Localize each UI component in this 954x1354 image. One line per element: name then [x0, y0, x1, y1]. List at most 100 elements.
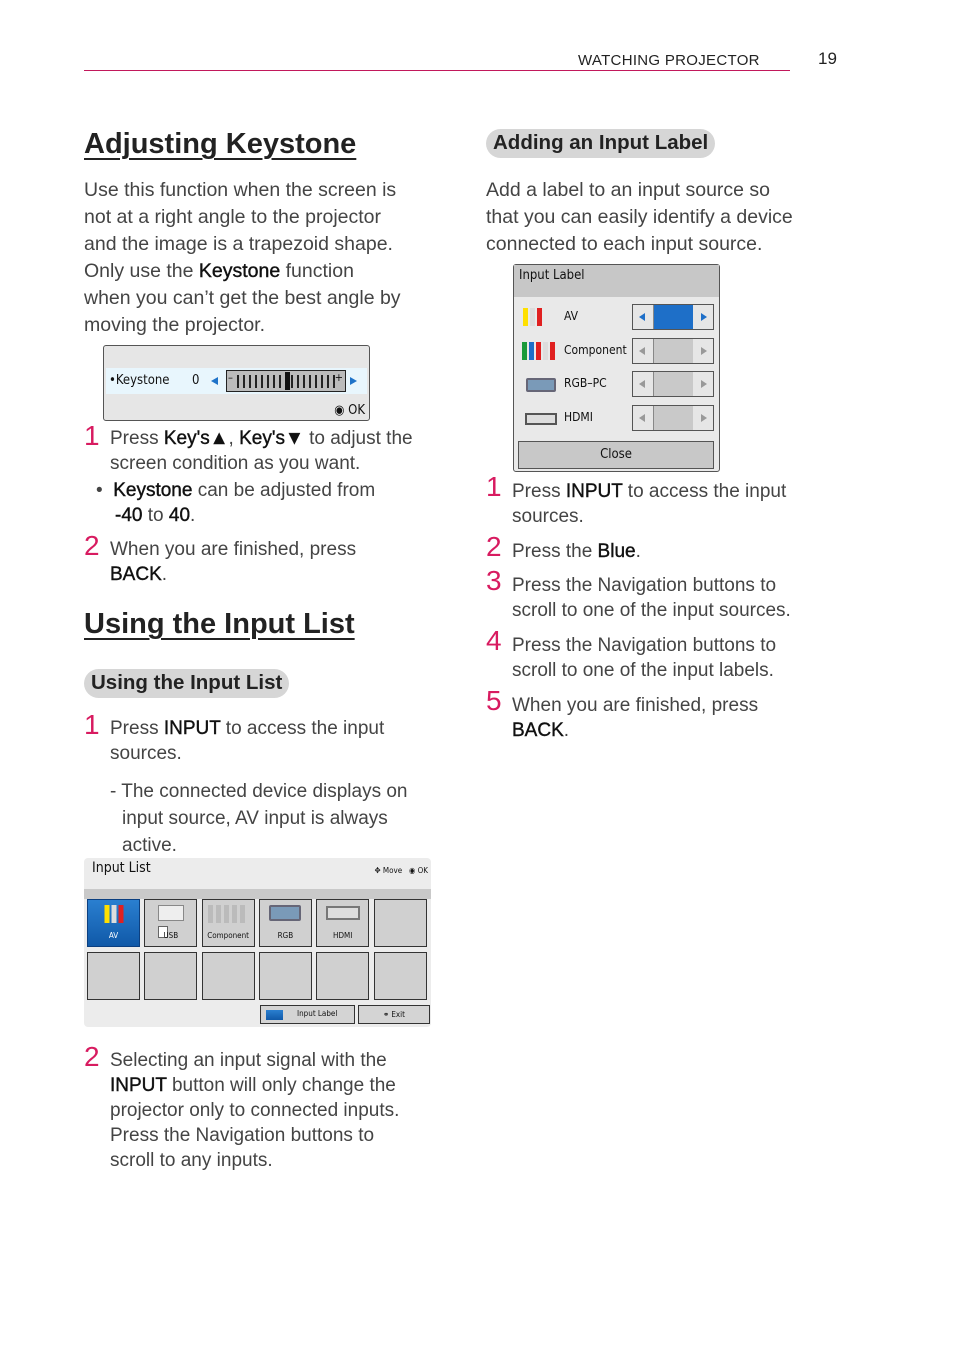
input-key: INPUT: [163, 718, 221, 739]
intro-line: Only use the Keystone function: [84, 258, 444, 285]
input-label-row: RGB–PC: [514, 370, 719, 398]
button-label: Input Label: [297, 1009, 338, 1018]
slider-tick: [303, 375, 305, 388]
text: projector only to connected inputs.: [110, 1100, 400, 1121]
input-cell-empty[interactable]: [201, 952, 255, 1000]
text: Press the Navigation buttons to: [110, 1125, 375, 1146]
slider-tick: [297, 375, 299, 388]
pill-label: Using the Input List: [84, 669, 290, 698]
keystone-slider[interactable]: – +: [226, 370, 346, 392]
text: .: [190, 505, 196, 526]
right-arrow-button[interactable]: [693, 338, 713, 363]
back-key: BACK: [110, 564, 162, 585]
input-cell-usb[interactable]: USB: [144, 899, 198, 947]
close-button[interactable]: Close: [518, 441, 714, 469]
input-cell-empty[interactable]: [316, 952, 370, 1000]
slider-thumb[interactable]: [285, 372, 290, 390]
slider-tick: [279, 375, 281, 388]
label-selector[interactable]: [632, 371, 714, 398]
ok-label: OK: [417, 866, 428, 875]
input-label-step-2: Press the Blue.: [512, 539, 842, 564]
slider-tick: [243, 375, 245, 388]
cell-label: RGB: [277, 931, 294, 940]
input-cell-empty[interactable]: [144, 952, 198, 1000]
heading-adjusting-keystone: Adjusting Keystone: [84, 128, 357, 160]
ok-button-icon: ◉: [334, 403, 345, 418]
input-cell-component[interactable]: Component: [201, 899, 255, 947]
left-arrow-icon: [639, 346, 645, 355]
text: When you are finished, press: [110, 539, 357, 560]
slider-tick: [309, 375, 311, 388]
plus-label: +: [334, 371, 343, 384]
exit-button[interactable]: ⚭ Exit: [358, 1005, 430, 1024]
text: Only use the: [84, 260, 199, 282]
left-arrow-button[interactable]: [633, 305, 653, 329]
text: input source, AV input is always: [122, 808, 388, 829]
input-cell-av[interactable]: AV: [87, 899, 140, 947]
text: screen condition as you want.: [110, 453, 361, 474]
input-cell-empty[interactable]: [87, 952, 140, 1000]
right-arrow-button[interactable]: [693, 372, 713, 397]
text: Selecting an input signal with the: [110, 1050, 387, 1071]
input-cell-empty[interactable]: [373, 899, 427, 947]
osd-title: Input List: [92, 860, 151, 876]
input-label-button[interactable]: Input Label: [260, 1005, 355, 1024]
slider-tick: [261, 375, 263, 388]
step-number: 5: [486, 685, 502, 716]
left-arrow-icon[interactable]: [211, 377, 218, 385]
text: ,: [228, 428, 240, 449]
input-name: HDMI: [564, 409, 593, 424]
hdmi-port-icon: [325, 905, 360, 924]
label-value: [653, 305, 695, 329]
ok-icon: ◉: [409, 866, 416, 875]
input-cell-empty[interactable]: [258, 952, 312, 1000]
right-arrow-button[interactable]: [693, 305, 713, 329]
blue-key-icon: [266, 1010, 283, 1020]
text: Press: [110, 428, 164, 449]
input-list-osd: Input List ✥ Move ◉ OK AV USB Component RGB…: [84, 858, 431, 1027]
left-arrow-button[interactable]: [633, 405, 653, 430]
intro-line: Add a label to an input source so: [486, 179, 771, 201]
step-number: 3: [486, 565, 502, 596]
keystone-osd: •Keystone 0 – + ◉ OK: [103, 345, 370, 421]
dialog-header: Input Label: [514, 265, 719, 297]
right-arrow-button[interactable]: [693, 405, 713, 430]
hdmi-port-icon: [522, 409, 557, 429]
slider-tick: [273, 375, 275, 388]
label-selector[interactable]: [632, 404, 714, 431]
intro-line: that you can easily identify a device: [486, 206, 793, 228]
input-list-step-2: Selecting an input signal with the INPUT…: [110, 1048, 450, 1173]
text: to: [142, 505, 169, 526]
keystone-row[interactable]: •Keystone 0 – +: [106, 368, 367, 394]
rgb-port-icon: [269, 905, 302, 925]
left-arrow-button[interactable]: [633, 372, 653, 397]
step-number: 2: [84, 530, 100, 561]
text: can be adjusted from: [192, 480, 376, 501]
intro-line: Use this function when the screen is: [84, 179, 397, 201]
intro-line: when you can’t get the best angle by: [84, 287, 401, 309]
input-cell-hdmi[interactable]: HDMI: [316, 899, 370, 947]
right-arrow-icon: [701, 413, 707, 422]
move-label: Move: [382, 866, 403, 875]
av-connector-icon: [103, 905, 124, 927]
intro-line: connected to each input source.: [486, 233, 763, 255]
input-key: INPUT: [565, 481, 623, 502]
dialog-title: Input Label: [519, 268, 585, 283]
text: Press the: [512, 541, 598, 562]
text: scroll to one of the input sources.: [512, 600, 791, 621]
keystone-range-bullet: • Keystone can be adjusted from -40 to 4…: [96, 478, 436, 528]
input-cell-empty[interactable]: [373, 952, 427, 1000]
text: Press: [512, 481, 566, 502]
label-selector[interactable]: [632, 304, 714, 330]
input-cell-rgb[interactable]: RGB: [258, 899, 312, 947]
ok-hint: ◉ OK: [334, 403, 365, 418]
right-arrow-icon[interactable]: [350, 377, 357, 385]
button-label: Exit: [391, 1010, 405, 1019]
left-arrow-icon: [639, 313, 645, 321]
pill-label: Adding an Input Label: [486, 129, 716, 158]
label-selector[interactable]: [632, 337, 714, 364]
left-arrow-button[interactable]: [633, 338, 653, 363]
text: When you are finished, press: [512, 695, 759, 716]
osd-band: [84, 889, 431, 899]
right-arrow-icon: [701, 313, 707, 321]
